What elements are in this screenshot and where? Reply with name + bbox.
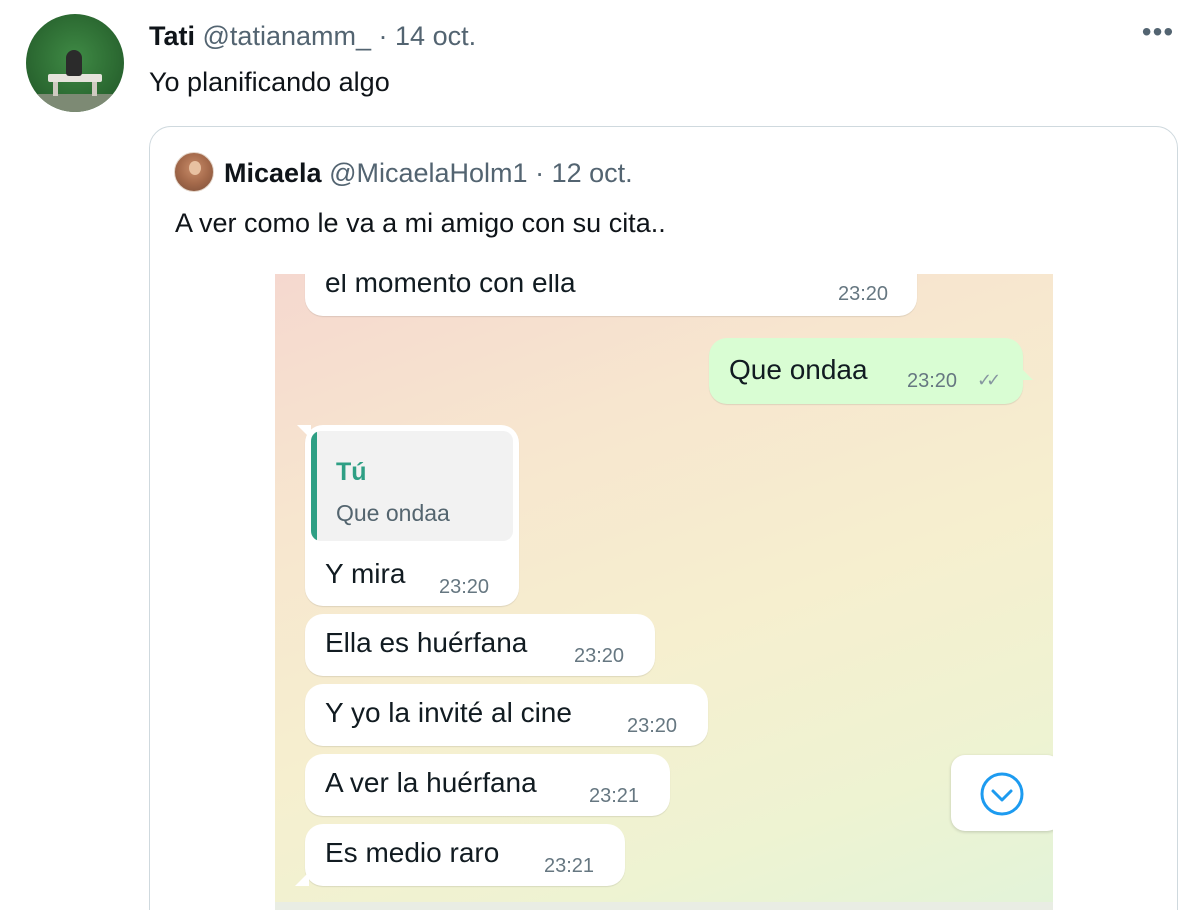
avatar-ground [26, 94, 124, 112]
message-text: el momento con ella [325, 274, 576, 298]
bubble-tail [1019, 366, 1033, 380]
avatar-bench-leg [53, 82, 58, 96]
avatar-person [66, 50, 82, 76]
chat-message-incoming: A ver la huérfana 23:21 [305, 754, 670, 816]
author-handle[interactable]: @tatianamm_ [203, 21, 371, 51]
chat-message-outgoing: Que ondaa 23:20 ✓✓ [709, 338, 1033, 404]
scroll-to-bottom-button[interactable] [951, 755, 1053, 831]
reply-text: Que ondaa [336, 500, 450, 526]
avatar-face [189, 161, 201, 175]
message-text: Y mira [325, 558, 406, 589]
chat-message-incoming: el momento con ella 23:20 [305, 274, 917, 316]
quoted-author-handle[interactable]: @MicaelaHolm1 [329, 158, 527, 188]
message-text: A ver la huérfana [325, 767, 537, 798]
header-separator: · [378, 21, 388, 51]
message-text: Que ondaa [729, 354, 868, 385]
message-time: 23:20 [627, 715, 678, 737]
quoted-reply[interactable]: Tú Que ondaa [311, 431, 513, 541]
tweet-date[interactable]: 14 oct. [395, 21, 476, 51]
message-time: 23:21 [589, 785, 640, 807]
quoted-header-separator: · [535, 158, 545, 188]
tweet-text: Yo planificando algo [149, 67, 390, 97]
quoted-tweet-card[interactable]: Micaela @MicaelaHolm1 · 12 oct. A ver co… [149, 126, 1178, 910]
message-time: 23:20 [439, 576, 490, 598]
bubble-tail [297, 425, 311, 439]
avatar-bench-leg [92, 82, 97, 96]
message-time: 23:21 [544, 855, 595, 877]
chat-message-incoming: Tú Que ondaa Y mira 23:20 [297, 425, 519, 606]
quoted-tweet-date[interactable]: 12 oct. [552, 158, 633, 188]
more-options-icon[interactable]: ••• [1140, 18, 1176, 50]
quoted-author-name[interactable]: Micaela [224, 158, 322, 188]
tweet-header: Tati @tatianamm_ · 14 oct. [149, 18, 476, 54]
chat-screenshot[interactable]: el momento con ella 23:20 Que ondaa 23:2… [275, 274, 1053, 910]
message-text: Y yo la invité al cine [325, 697, 572, 728]
message-text: Ella es huérfana [325, 627, 528, 658]
author-avatar[interactable] [26, 14, 124, 112]
message-time: 23:20 [838, 283, 889, 305]
quoted-tweet-text: A ver como le va a mi amigo con su cita.… [175, 208, 666, 238]
chat-message-incoming: Ella es huérfana 23:20 [305, 614, 655, 676]
message-time: 23:20 [907, 370, 958, 392]
message-time: 23:20 [574, 645, 625, 667]
chevron-down-circle-icon [980, 772, 1024, 816]
chat-message-incoming: Y yo la invité al cine 23:20 [305, 684, 708, 746]
reply-accent-bar [311, 431, 317, 541]
bubble-tail [295, 872, 309, 886]
quoted-tweet-header: Micaela @MicaelaHolm1 · 12 oct. [224, 155, 633, 191]
read-ticks-icon: ✓✓ [977, 370, 1001, 390]
quoted-author-avatar[interactable] [174, 152, 214, 192]
chat-message-incoming: Es medio raro 23:21 [295, 824, 625, 886]
author-name[interactable]: Tati [149, 21, 195, 51]
message-text: Es medio raro [325, 837, 500, 868]
reply-author: Tú [336, 458, 367, 486]
chat-input-bar-edge [275, 902, 1053, 910]
